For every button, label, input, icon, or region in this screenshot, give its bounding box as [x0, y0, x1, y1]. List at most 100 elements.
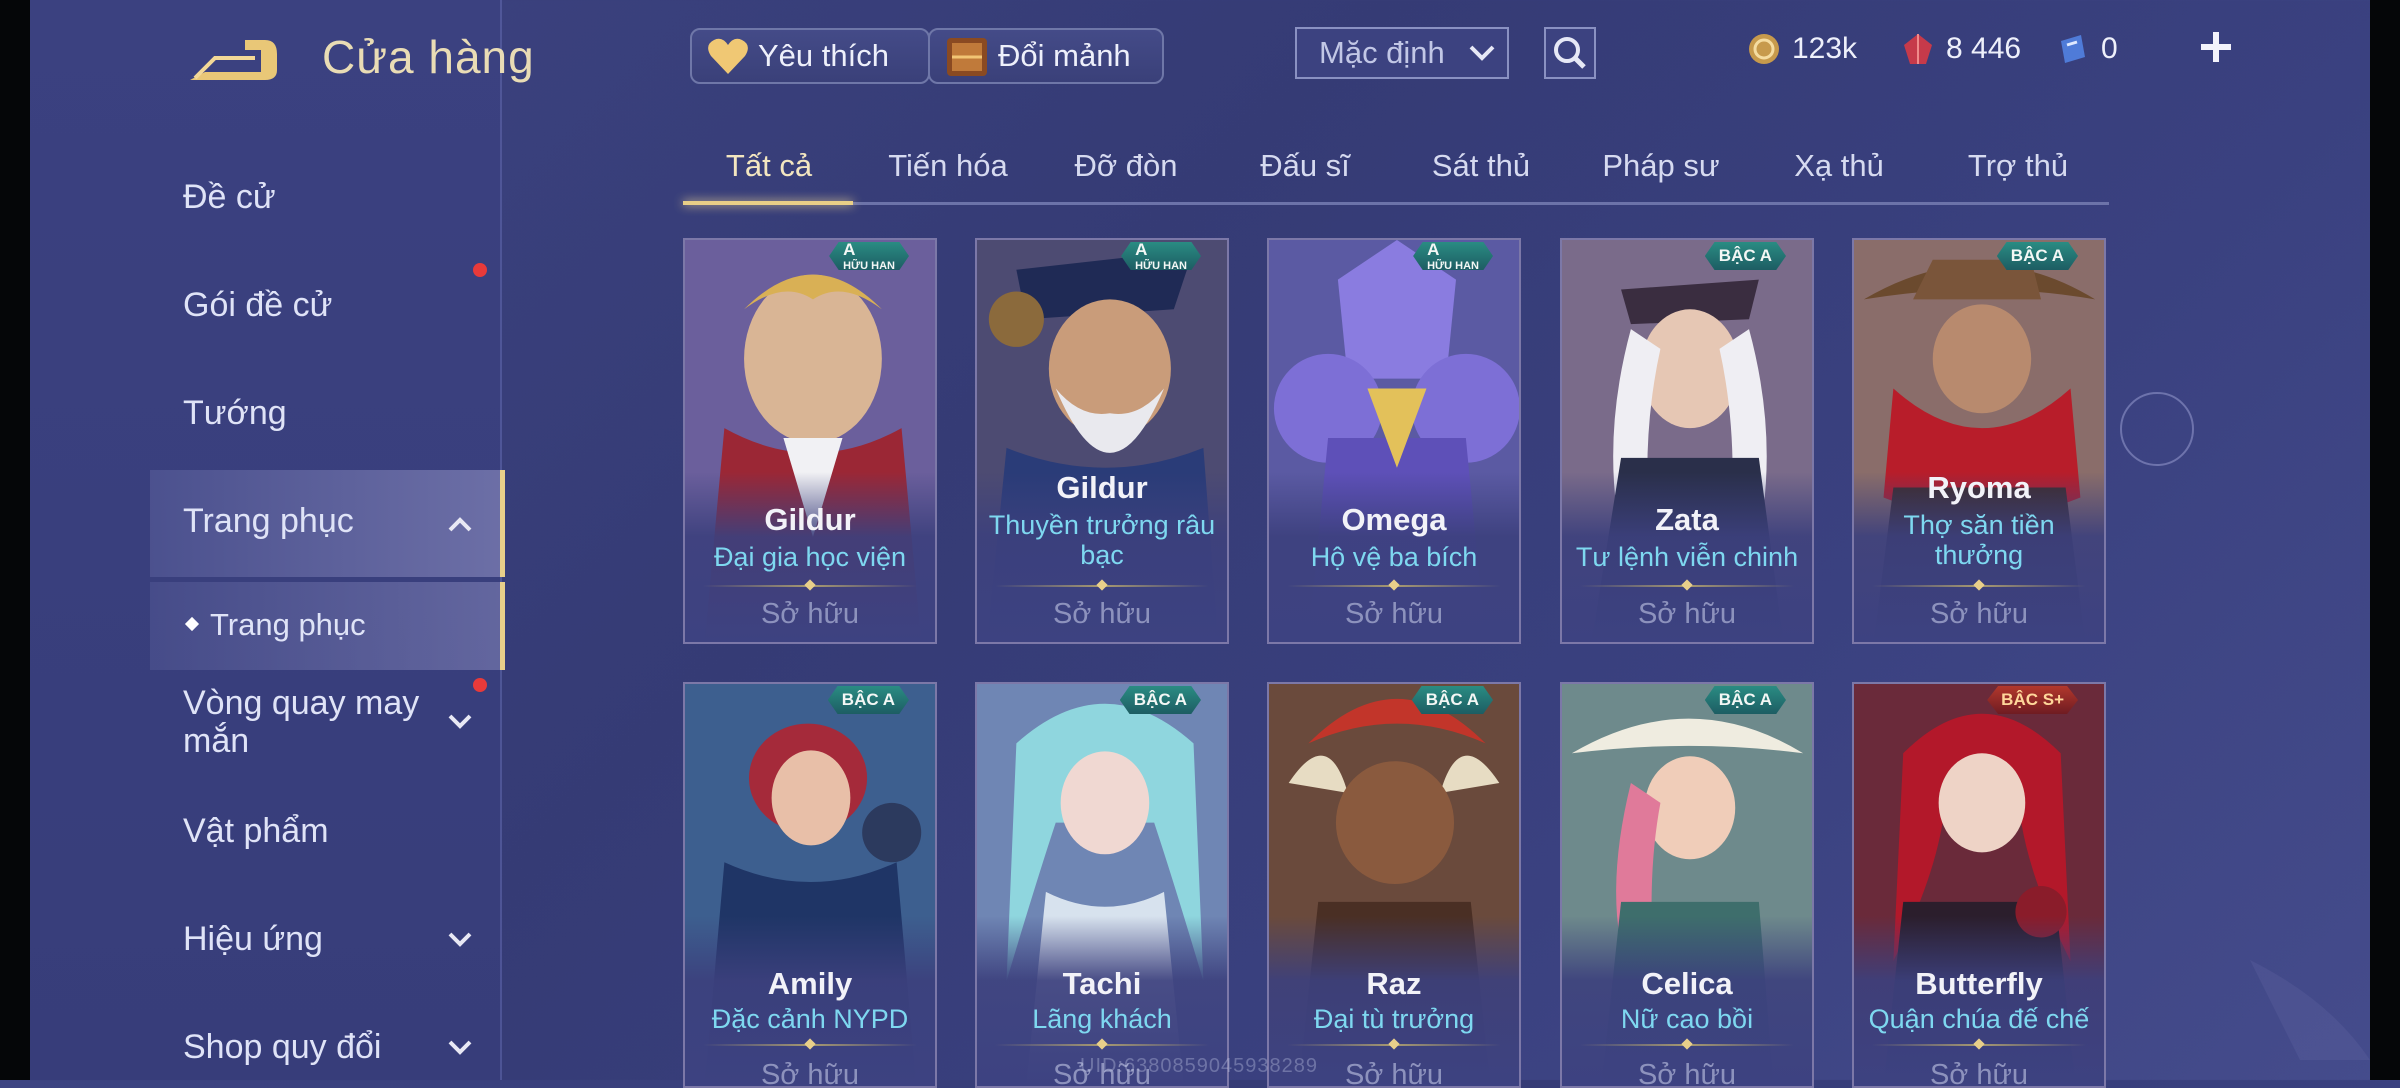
skin-name: Đại gia học viện: [713, 542, 907, 572]
owned-status: Sở hữu: [760, 1059, 860, 1088]
add-currency-button[interactable]: [2195, 26, 2237, 68]
hero-name: Raz: [1366, 966, 1422, 1001]
fragment-chest-icon: [947, 38, 987, 76]
tier-badge: BẬC A: [1996, 242, 2078, 270]
uid-watermark: UID:6380859045938289: [1080, 1055, 1318, 1077]
tier-badge-label: A: [843, 240, 856, 259]
chevron-down-icon: [448, 932, 472, 947]
skin-card-tachi[interactable]: BẬC A Tachi Lãng khách Sở hữu: [975, 682, 1229, 1088]
skin-name: Tư lệnh viễn chinh: [1575, 542, 1799, 572]
skin-card-amily[interactable]: BẬC A Amily Đặc cảnh NYPD Sở hữu: [683, 682, 937, 1088]
skin-name: Đặc cảnh NYPD: [711, 1004, 909, 1034]
skin-card-butterfly[interactable]: BẬC S+ Butterfly Quận chúa đế chế Sở hữu: [1852, 682, 2106, 1088]
sidebar-item-exchange-shop[interactable]: Shop quy đổi: [183, 1028, 382, 1067]
tier-badge-label: A: [1427, 240, 1440, 259]
hero-name: Tachi: [1062, 966, 1142, 1001]
sort-value: Mặc định: [1319, 35, 1445, 70]
sidebar-item-recommended[interactable]: Đề cử: [183, 178, 276, 217]
screen-edge-right: [2370, 0, 2400, 1080]
sort-dropdown[interactable]: Mặc định: [1295, 27, 1509, 79]
owned-status: Sở hữu: [760, 598, 860, 630]
owned-status: Sở hữu: [1637, 1059, 1737, 1088]
skin-card-gildur-captain[interactable]: A HỮU HẠN Gildur Thuyền trưởng râu bạc Sở…: [975, 238, 1229, 644]
hero-name: Omega: [1341, 502, 1447, 537]
tier-badge: BẬC A: [1704, 686, 1786, 714]
tab-all[interactable]: Tất cả: [726, 148, 812, 184]
skin-name: Quận chúa đế chế: [1868, 1004, 2090, 1034]
heart-icon: [708, 38, 748, 74]
skin-card-raz[interactable]: BẬC A Raz Đại tù trưởng Sở hữu: [1267, 682, 1521, 1088]
skin-card-gildur-academy[interactable]: A HỮU HẠN Gildur Đại gia học viện Sở hữu: [683, 238, 937, 644]
voucher-currency: 0: [2055, 28, 2118, 70]
owned-status: Sở hữu: [1929, 598, 2029, 630]
gold-currency: 123k: [1746, 28, 1857, 70]
chevron-down-icon: [1469, 45, 1495, 61]
back-button[interactable]: [185, 32, 280, 87]
hero-name: Gildur: [764, 502, 856, 537]
tier-badge: BẬC A: [1704, 242, 1786, 270]
hero-name: Amily: [767, 966, 853, 1001]
hero-name: Gildur: [1056, 470, 1148, 505]
skin-name: Thuyền trưởng râu bạc: [988, 510, 1216, 570]
red-gem-icon: [1904, 34, 1932, 64]
owned-status: Sở hữu: [1929, 1059, 2029, 1088]
skin-card-omega[interactable]: A HỮU HẠN Omega Hộ vệ ba bích Sở hữu: [1267, 238, 1521, 644]
active-tab-indicator: [683, 201, 853, 205]
skin-card-celica[interactable]: BẬC A Celica Nữ cao bồi Sở hữu: [1560, 682, 1814, 1088]
owned-status: Sở hữu: [1637, 598, 1737, 630]
chevron-down-icon: [448, 1040, 472, 1055]
sidebar-item-heroes[interactable]: Tướng: [183, 394, 287, 433]
favorites-label: Yêu thích: [758, 38, 889, 73]
gold-value: 123k: [1792, 32, 1858, 65]
tier-badge: BẬC A: [827, 686, 909, 714]
skin-card-zata[interactable]: BẬC A Zata Tư lệnh viễn chinh Sở hữu: [1560, 238, 1814, 644]
tier-badge: A HỮU HẠN: [829, 242, 909, 270]
tier-badge: BẬC S+: [1987, 686, 2078, 714]
tab-marksman[interactable]: Xạ thủ: [1794, 148, 1884, 184]
tier-badge: A HỮU HẠN: [1121, 242, 1201, 270]
notification-dot: [473, 678, 487, 692]
tier-badge: BẬC A: [1119, 686, 1201, 714]
exchange-fragments-label: Đổi mảnh: [998, 38, 1131, 73]
tab-fighter[interactable]: Đấu sĩ: [1260, 148, 1350, 184]
tier-badge: A HỮU HẠN: [1413, 242, 1493, 270]
floating-assistant-button[interactable]: [2120, 392, 2194, 466]
sidebar-item-skins[interactable]: Trang phục: [183, 502, 354, 541]
hero-name: Zata: [1655, 502, 1719, 537]
category-tabs: Tất cả Tiến hóa Đỡ đòn Đấu sĩ Sát thủ Ph…: [683, 140, 2109, 205]
hero-name: Ryoma: [1927, 470, 2031, 505]
tab-assassin[interactable]: Sát thủ: [1432, 148, 1530, 184]
skin-name: Lãng khách: [1032, 1004, 1172, 1034]
sidebar-item-lucky-spin[interactable]: Vòng quay may mắn: [183, 684, 453, 760]
hero-name: Celica: [1641, 966, 1733, 1001]
owned-status: Sở hữu: [1344, 598, 1444, 630]
exchange-fragments-button[interactable]: Đổi mảnh: [928, 28, 1164, 84]
notification-dot: [473, 263, 487, 277]
tab-mage[interactable]: Pháp sư: [1602, 148, 1719, 184]
skin-name: Thợ săn tiền thưởng: [1903, 510, 2055, 570]
gold-coin-icon: [1749, 34, 1779, 64]
tab-support[interactable]: Trợ thủ: [1968, 148, 2068, 184]
gem-value: 8 446: [1946, 32, 2022, 65]
screen-edge-left: [0, 0, 30, 1080]
hero-name: Butterfly: [1915, 966, 2043, 1001]
sidebar-item-recommended-packs[interactable]: Gói đề cử: [183, 286, 332, 325]
favorites-button[interactable]: Yêu thích: [690, 28, 930, 84]
skin-name: Hộ vệ ba bích: [1310, 542, 1478, 572]
voucher-value: 0: [2101, 32, 2118, 65]
skin-card-ryoma[interactable]: BẬC A Ryoma Thợ săn tiền thưởng Sở hữu: [1852, 238, 2106, 644]
chevron-up-icon: [448, 517, 472, 532]
sidebar-item-effects[interactable]: Hiệu ứng: [183, 920, 323, 959]
skin-name: Nữ cao bồi: [1620, 1004, 1754, 1034]
search-button[interactable]: [1544, 27, 1596, 79]
tab-tank[interactable]: Đỡ đòn: [1074, 148, 1177, 184]
gem-currency: 8 446: [1900, 28, 2021, 70]
tab-evolution[interactable]: Tiến hóa: [888, 148, 1008, 184]
tier-badge-label: A: [1135, 240, 1148, 259]
tier-badge: BẬC A: [1411, 686, 1493, 714]
page-title: Cửa hàng: [322, 31, 535, 83]
search-icon: [1554, 37, 1586, 69]
blue-voucher-icon: [2061, 35, 2085, 63]
sidebar-subitem-skins[interactable]: Trang phục: [210, 607, 366, 643]
sidebar-item-items[interactable]: Vật phẩm: [183, 812, 329, 851]
